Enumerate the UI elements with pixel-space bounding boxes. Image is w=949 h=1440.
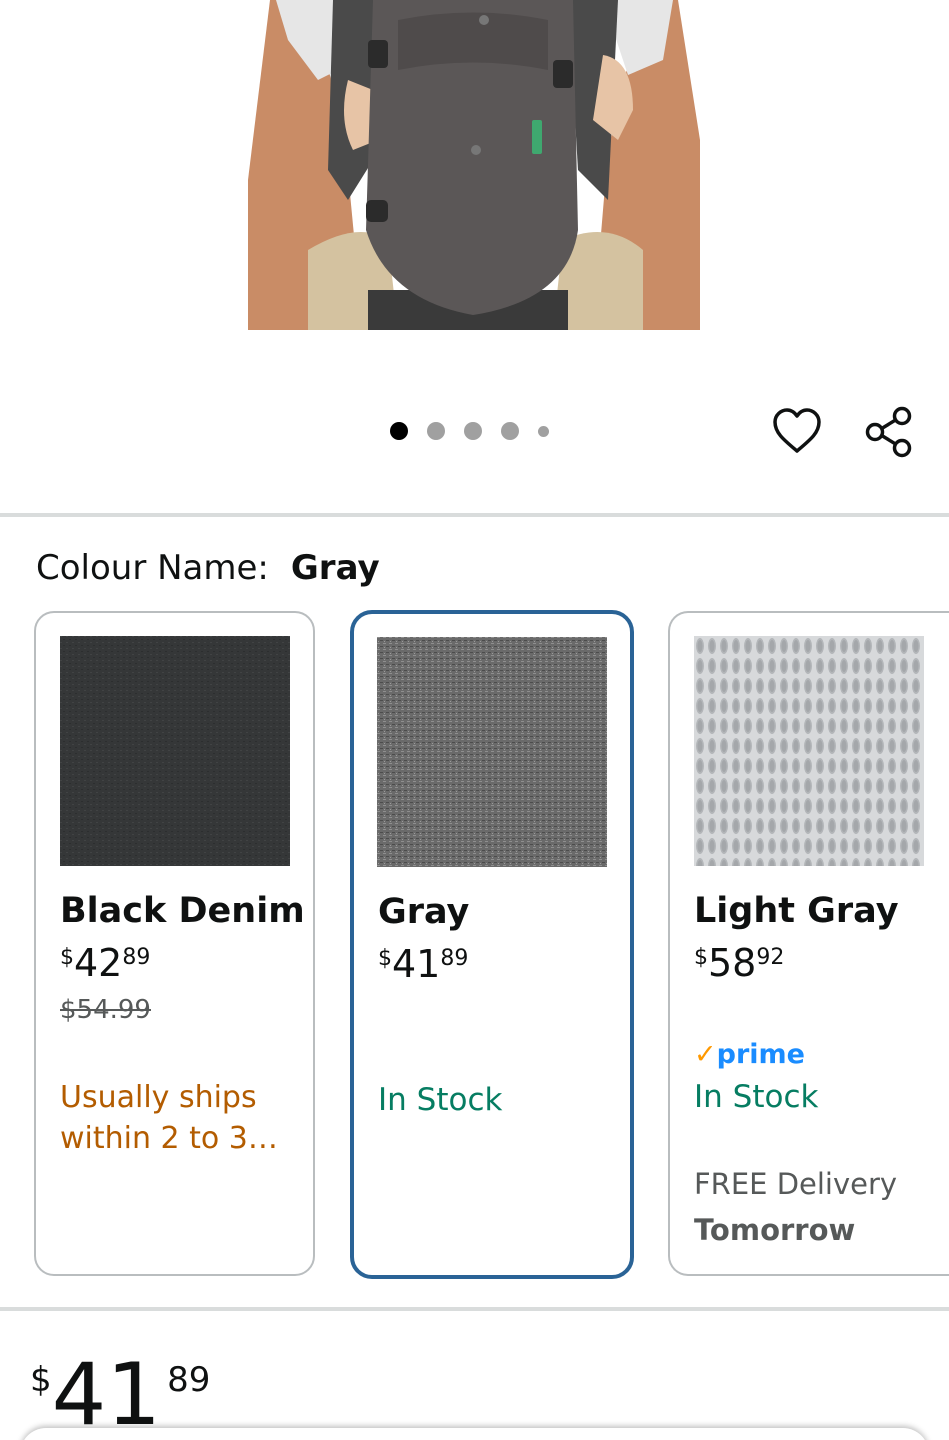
price-currency: $ xyxy=(378,946,392,971)
availability-text: In Stock xyxy=(694,1079,819,1115)
gallery-dot[interactable] xyxy=(538,425,549,437)
baby-carrier-image xyxy=(248,0,700,330)
swatch-light-gray xyxy=(694,636,924,866)
section-divider xyxy=(0,1307,949,1311)
variant-card-light-gray[interactable]: Light Gray $5892 ✓prime In Stock FREE De… xyxy=(668,611,949,1276)
colour-name-value: Gray xyxy=(290,548,380,588)
swatch-gray xyxy=(377,637,607,867)
price-fraction: 92 xyxy=(756,945,785,970)
variant-price: $4289 xyxy=(60,941,150,985)
availability-text: In Stock xyxy=(378,1082,503,1118)
variant-name: Gray xyxy=(378,892,470,932)
price-fraction: 89 xyxy=(440,946,469,971)
swatch-black-denim xyxy=(60,636,290,866)
main-price: $41 89 xyxy=(30,1352,210,1438)
price-currency: $ xyxy=(60,945,74,970)
prime-badge: ✓prime xyxy=(694,1039,805,1070)
share-icon xyxy=(865,406,912,458)
share-button[interactable] xyxy=(862,404,916,460)
price-whole: 42 xyxy=(74,941,123,985)
gallery-dot[interactable] xyxy=(464,422,482,440)
price-fraction: 89 xyxy=(122,945,151,970)
section-divider xyxy=(0,513,949,517)
product-image-gallery[interactable] xyxy=(0,0,949,515)
main-price-currency: $ xyxy=(30,1360,52,1400)
gallery-dot[interactable] xyxy=(501,422,519,440)
colour-name-row: Colour Name: Gray xyxy=(36,548,380,588)
variant-card-black-denim[interactable]: Black Denim $4289 $54.99 Usually ships w… xyxy=(34,611,315,1276)
gallery-dot[interactable] xyxy=(390,422,408,440)
prime-label: prime xyxy=(716,1039,805,1070)
product-photo[interactable] xyxy=(248,0,700,330)
main-price-fraction: 89 xyxy=(167,1360,211,1400)
delivery-day: Tomorrow xyxy=(694,1213,856,1247)
bottom-sheet-handle[interactable] xyxy=(20,1428,929,1440)
gallery-pagination[interactable] xyxy=(390,422,549,440)
variant-name: Light Gray xyxy=(694,891,899,931)
variant-card-gray[interactable]: Gray $4189 In Stock xyxy=(350,610,634,1279)
availability-text: Usually ships within 2 to 3… xyxy=(60,1080,278,1156)
main-price-whole: 41 xyxy=(51,1345,162,1440)
price-whole: 58 xyxy=(708,941,757,985)
variant-price: $5892 xyxy=(694,941,784,985)
variant-price: $4189 xyxy=(378,942,468,986)
list-price: $54.99 xyxy=(60,995,151,1025)
variant-name: Black Denim xyxy=(60,891,305,931)
wishlist-button[interactable] xyxy=(772,406,822,458)
colour-name-label: Colour Name: xyxy=(36,548,269,588)
gallery-dot[interactable] xyxy=(427,422,445,440)
heart-icon xyxy=(773,408,821,453)
price-whole: 41 xyxy=(392,942,441,986)
price-currency: $ xyxy=(694,945,708,970)
prime-check-icon: ✓ xyxy=(694,1039,717,1070)
delivery-text: FREE Delivery xyxy=(694,1167,898,1201)
